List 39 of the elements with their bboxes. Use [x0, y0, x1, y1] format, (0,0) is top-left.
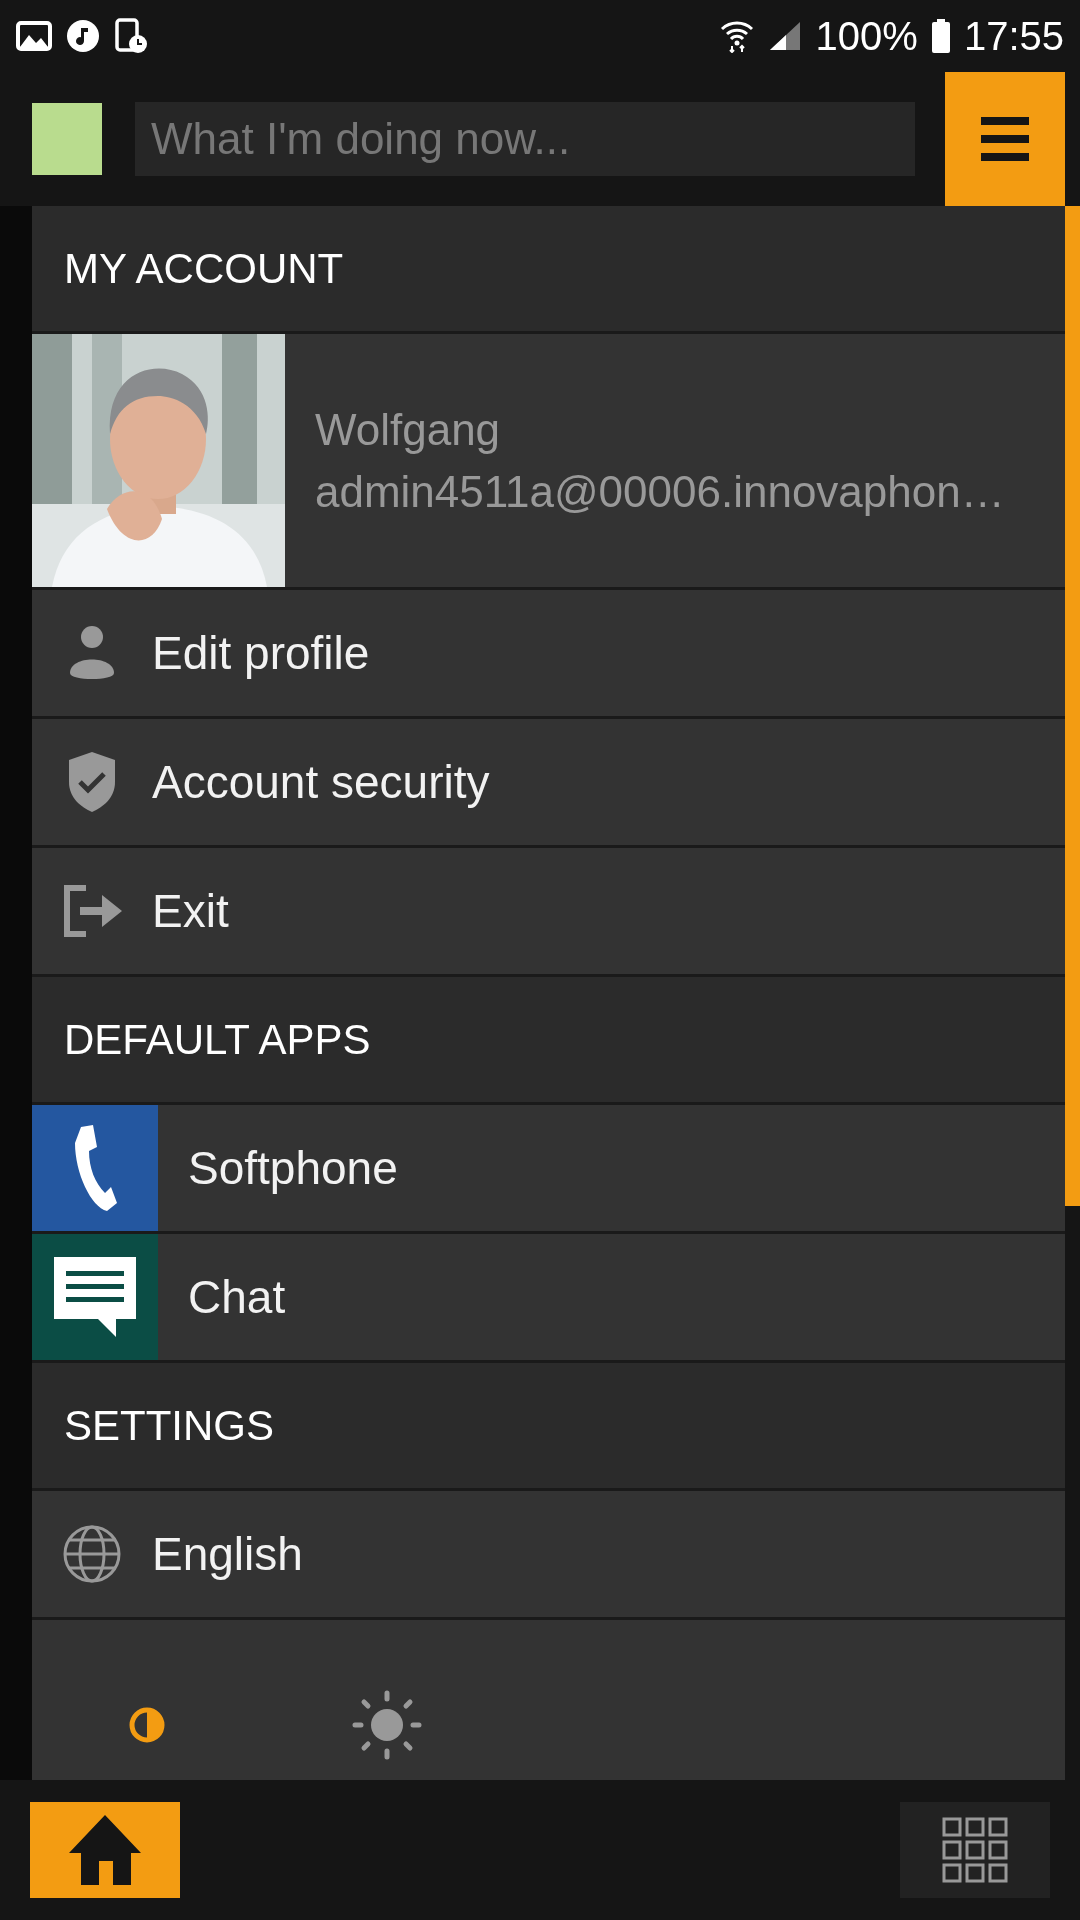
clock-time: 17:55 [963, 13, 1064, 59]
apps-grid-button[interactable] [900, 1802, 1050, 1898]
menu-item[interactable]: Account security [32, 719, 1065, 845]
menu-button[interactable] [945, 72, 1065, 206]
section-header: MY ACCOUNT [32, 206, 1065, 331]
exit-icon [62, 885, 122, 937]
music-note-icon [66, 19, 100, 53]
image-icon [16, 21, 52, 51]
menu-item-label: Chat [188, 1270, 286, 1324]
device-clock-icon [114, 18, 148, 54]
menu-item[interactable]: Exit [32, 848, 1065, 974]
phone-icon [73, 1123, 117, 1213]
menu-item-label: Softphone [188, 1141, 398, 1195]
grid-icon [942, 1817, 1008, 1883]
battery-icon [931, 19, 950, 53]
section-header: DEFAULT APPS [32, 977, 1065, 1102]
profile-name: Wolfgang [315, 404, 502, 455]
contrast-icon [129, 1707, 165, 1743]
menu-item-label: Account security [152, 755, 490, 809]
profile-card[interactable]: Wolfgang admin4511a@00006.innovaphon… [32, 334, 1065, 587]
home-icon [69, 1815, 141, 1885]
menu-icon [981, 117, 1029, 161]
wifi-icon [719, 19, 754, 53]
section-header: SETTINGS [32, 1363, 1065, 1488]
sun-icon [352, 1690, 422, 1760]
status-field[interactable]: What I'm doing now... [135, 102, 915, 176]
menu-item-label: English [152, 1527, 303, 1581]
menu-item[interactable]: English [32, 1491, 1065, 1617]
home-button[interactable] [30, 1802, 180, 1898]
shield-check-icon [69, 752, 115, 812]
person-icon [70, 625, 114, 681]
menu-item[interactable]: Edit profile [32, 590, 1065, 716]
profile-address: admin4511a@00006.innovaphon… [315, 466, 1005, 517]
globe-icon [63, 1525, 121, 1583]
app-item[interactable]: Chat [32, 1234, 1065, 1360]
menu-item-label: Edit profile [152, 626, 370, 680]
battery-percent: 100% [815, 13, 918, 59]
menu-item-label: Exit [152, 884, 229, 938]
app-item[interactable]: Softphone [32, 1105, 1065, 1231]
